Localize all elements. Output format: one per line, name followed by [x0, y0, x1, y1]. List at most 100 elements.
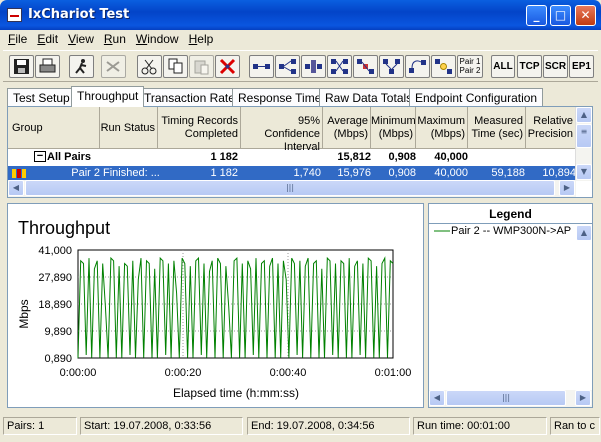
print-button[interactable] — [35, 55, 60, 78]
multicast-button[interactable] — [275, 55, 300, 78]
paste-button[interactable] — [189, 55, 214, 78]
x-tick-label: 0:01:00 — [375, 367, 412, 379]
header-line1: Average — [327, 115, 368, 127]
hscroll-thumb[interactable]: ||| — [25, 180, 555, 196]
y-tick-label: 0,890 — [44, 353, 72, 365]
chart-title: Throughput — [18, 218, 110, 238]
column-header-2[interactable]: Timing Records Completed — [158, 107, 241, 149]
scroll-thumb[interactable]: ≡ — [576, 124, 592, 148]
filter-tcp-button[interactable]: TCP — [517, 55, 542, 78]
collapse-toggle[interactable]: − — [34, 151, 46, 162]
column-header-7[interactable]: Measured Time (sec) — [468, 107, 526, 149]
loop-pair-button[interactable] — [405, 55, 430, 78]
column-header-5[interactable]: Minimum (Mbps) — [371, 107, 416, 149]
menu-run[interactable]: Run — [99, 30, 131, 46]
filter-scr-button[interactable]: SCR — [543, 55, 568, 78]
app-group-button[interactable] — [379, 55, 404, 78]
header-line2: Precision — [527, 128, 573, 140]
legend-entry-label: Pair 2 -- WMP300N->AP — [451, 225, 572, 237]
swap-pairs-button[interactable]: Pair 1 Pair 2 — [457, 55, 483, 78]
header-line1: Relative — [533, 115, 573, 127]
results-grid[interactable]: Group Run Status Timing Records Completed 95… — [7, 106, 593, 198]
header-line2: Completed — [184, 128, 238, 140]
title-bar[interactable]: IxChariot Test _ □ ✕ — [0, 0, 601, 30]
tab-test-setup[interactable]: Test Setup — [7, 88, 76, 106]
column-header-4[interactable]: Average (Mbps) — [323, 107, 371, 149]
column-header-6[interactable]: Maximum (Mbps) — [416, 107, 468, 149]
group-average: 15,812 — [337, 151, 371, 163]
y-tick-label: 41,000 — [38, 245, 72, 257]
pair-minimum: 0,908 — [388, 167, 416, 179]
legend-entry[interactable]: Pair 2 -- WMP300N->AP — [433, 225, 571, 237]
scroll-down-arrow[interactable]: ▼ — [576, 164, 592, 180]
menu-window[interactable]: Window — [131, 30, 184, 46]
save-button[interactable] — [9, 55, 34, 78]
legend-scroll-up[interactable]: ▲ — [576, 225, 592, 241]
column-header-3[interactable]: 95% Confidence Interval — [241, 107, 323, 153]
tab-endpoint-configuration[interactable]: Endpoint Configuration — [409, 88, 544, 106]
x-tick-label: 0:00:00 — [60, 367, 97, 379]
scroll-left-arrow[interactable]: ◀ — [8, 180, 24, 196]
pair-icon — [12, 169, 26, 178]
pair-row[interactable]: Pair 2 Finished: ... 1 182 1,740 15,976 … — [8, 166, 576, 181]
legend-hscrollbar[interactable]: ◀ ||| ▶ — [429, 390, 592, 407]
legend-hscroll-thumb[interactable]: ||| — [446, 390, 566, 406]
header-line2: Run Status — [100, 122, 155, 134]
filter-all-button[interactable]: ALL — [491, 55, 515, 78]
header-line1: Maximum — [417, 115, 465, 127]
maximize-button[interactable]: □ — [550, 5, 571, 26]
legend-pane: Legend Pair 2 -- WMP300N->AP ▲ ◀ ||| ▶ — [428, 203, 593, 408]
menu-help[interactable]: Help — [184, 30, 219, 46]
pair-button[interactable] — [249, 55, 274, 78]
status-run-time: Run time: 00:01:00 — [413, 417, 547, 435]
column-header-1[interactable]: Run Status — [100, 107, 158, 149]
y-axis-label: Mbps — [17, 299, 31, 328]
tab-throughput[interactable]: Throughput — [71, 86, 145, 107]
scroll-up-arrow[interactable]: ▲ — [576, 107, 592, 123]
timing-pair-button[interactable] — [431, 55, 456, 78]
close-button[interactable]: ✕ — [575, 5, 596, 26]
delete-button[interactable] — [101, 55, 126, 78]
tab-transaction-rate[interactable]: Transaction Rate — [138, 88, 241, 106]
multicast-icon — [279, 59, 296, 74]
cut-button[interactable] — [137, 55, 162, 78]
tab-raw-data-totals[interactable]: Raw Data Totals — [319, 88, 419, 106]
filter-ep1-button[interactable]: EP1 — [569, 55, 594, 78]
y-tick-label: 18,890 — [38, 299, 72, 311]
scissors-icon — [141, 59, 157, 75]
header-line1: Timing Records — [161, 115, 238, 127]
menu-view[interactable]: View — [63, 30, 99, 46]
column-header-8[interactable]: Relative Precision — [526, 107, 576, 149]
menu-file[interactable]: File — [3, 30, 32, 46]
header-line2: Time (sec) — [471, 128, 523, 140]
pair2-label: Pair 2 — [459, 66, 481, 75]
hardware-pair-button[interactable] — [301, 55, 326, 78]
stop-button[interactable] — [215, 55, 240, 78]
column-header-0[interactable]: Group — [8, 107, 100, 149]
running-man-icon — [75, 59, 87, 74]
video-pair-icon — [357, 59, 374, 74]
tab-strip: Test Setup Throughput Transaction Rate R… — [3, 86, 598, 107]
grid-horizontal-scrollbar[interactable]: ◀ ||| ▶ — [8, 180, 576, 197]
copy-button[interactable] — [163, 55, 188, 78]
status-start: Start: 19.07.2008, 0:33:56 — [80, 417, 243, 435]
y-tick-label: 27,890 — [38, 272, 72, 284]
status-pairs: Pairs: 1 — [3, 417, 77, 435]
legend-scroll-right[interactable]: ▶ — [575, 390, 591, 406]
hardware-pair-icon — [305, 60, 322, 73]
new-pair-button[interactable] — [69, 55, 94, 78]
group-row-all-pairs[interactable]: − All Pairs 1 182 15,812 0,908 40,000 — [8, 150, 576, 165]
header-line2: (Mbps) — [378, 128, 413, 140]
group-name: All Pairs — [47, 151, 92, 163]
tab-response-time[interactable]: Response Time — [232, 88, 328, 106]
status-bar: Pairs: 1 Start: 19.07.2008, 0:33:56 End:… — [0, 413, 601, 442]
legend-scroll-left[interactable]: ◀ — [429, 390, 445, 406]
grid-vertical-scrollbar[interactable]: ▲ ≡ ▼ — [575, 107, 592, 181]
scroll-right-arrow[interactable]: ▶ — [559, 180, 575, 196]
menu-edit[interactable]: Edit — [32, 30, 63, 46]
legend-title: Legend — [429, 204, 592, 224]
header-line1: Minimum — [371, 115, 416, 127]
minimize-button[interactable]: _ — [526, 5, 547, 26]
voip-pair-button[interactable] — [327, 55, 352, 78]
video-pair-button[interactable] — [353, 55, 378, 78]
